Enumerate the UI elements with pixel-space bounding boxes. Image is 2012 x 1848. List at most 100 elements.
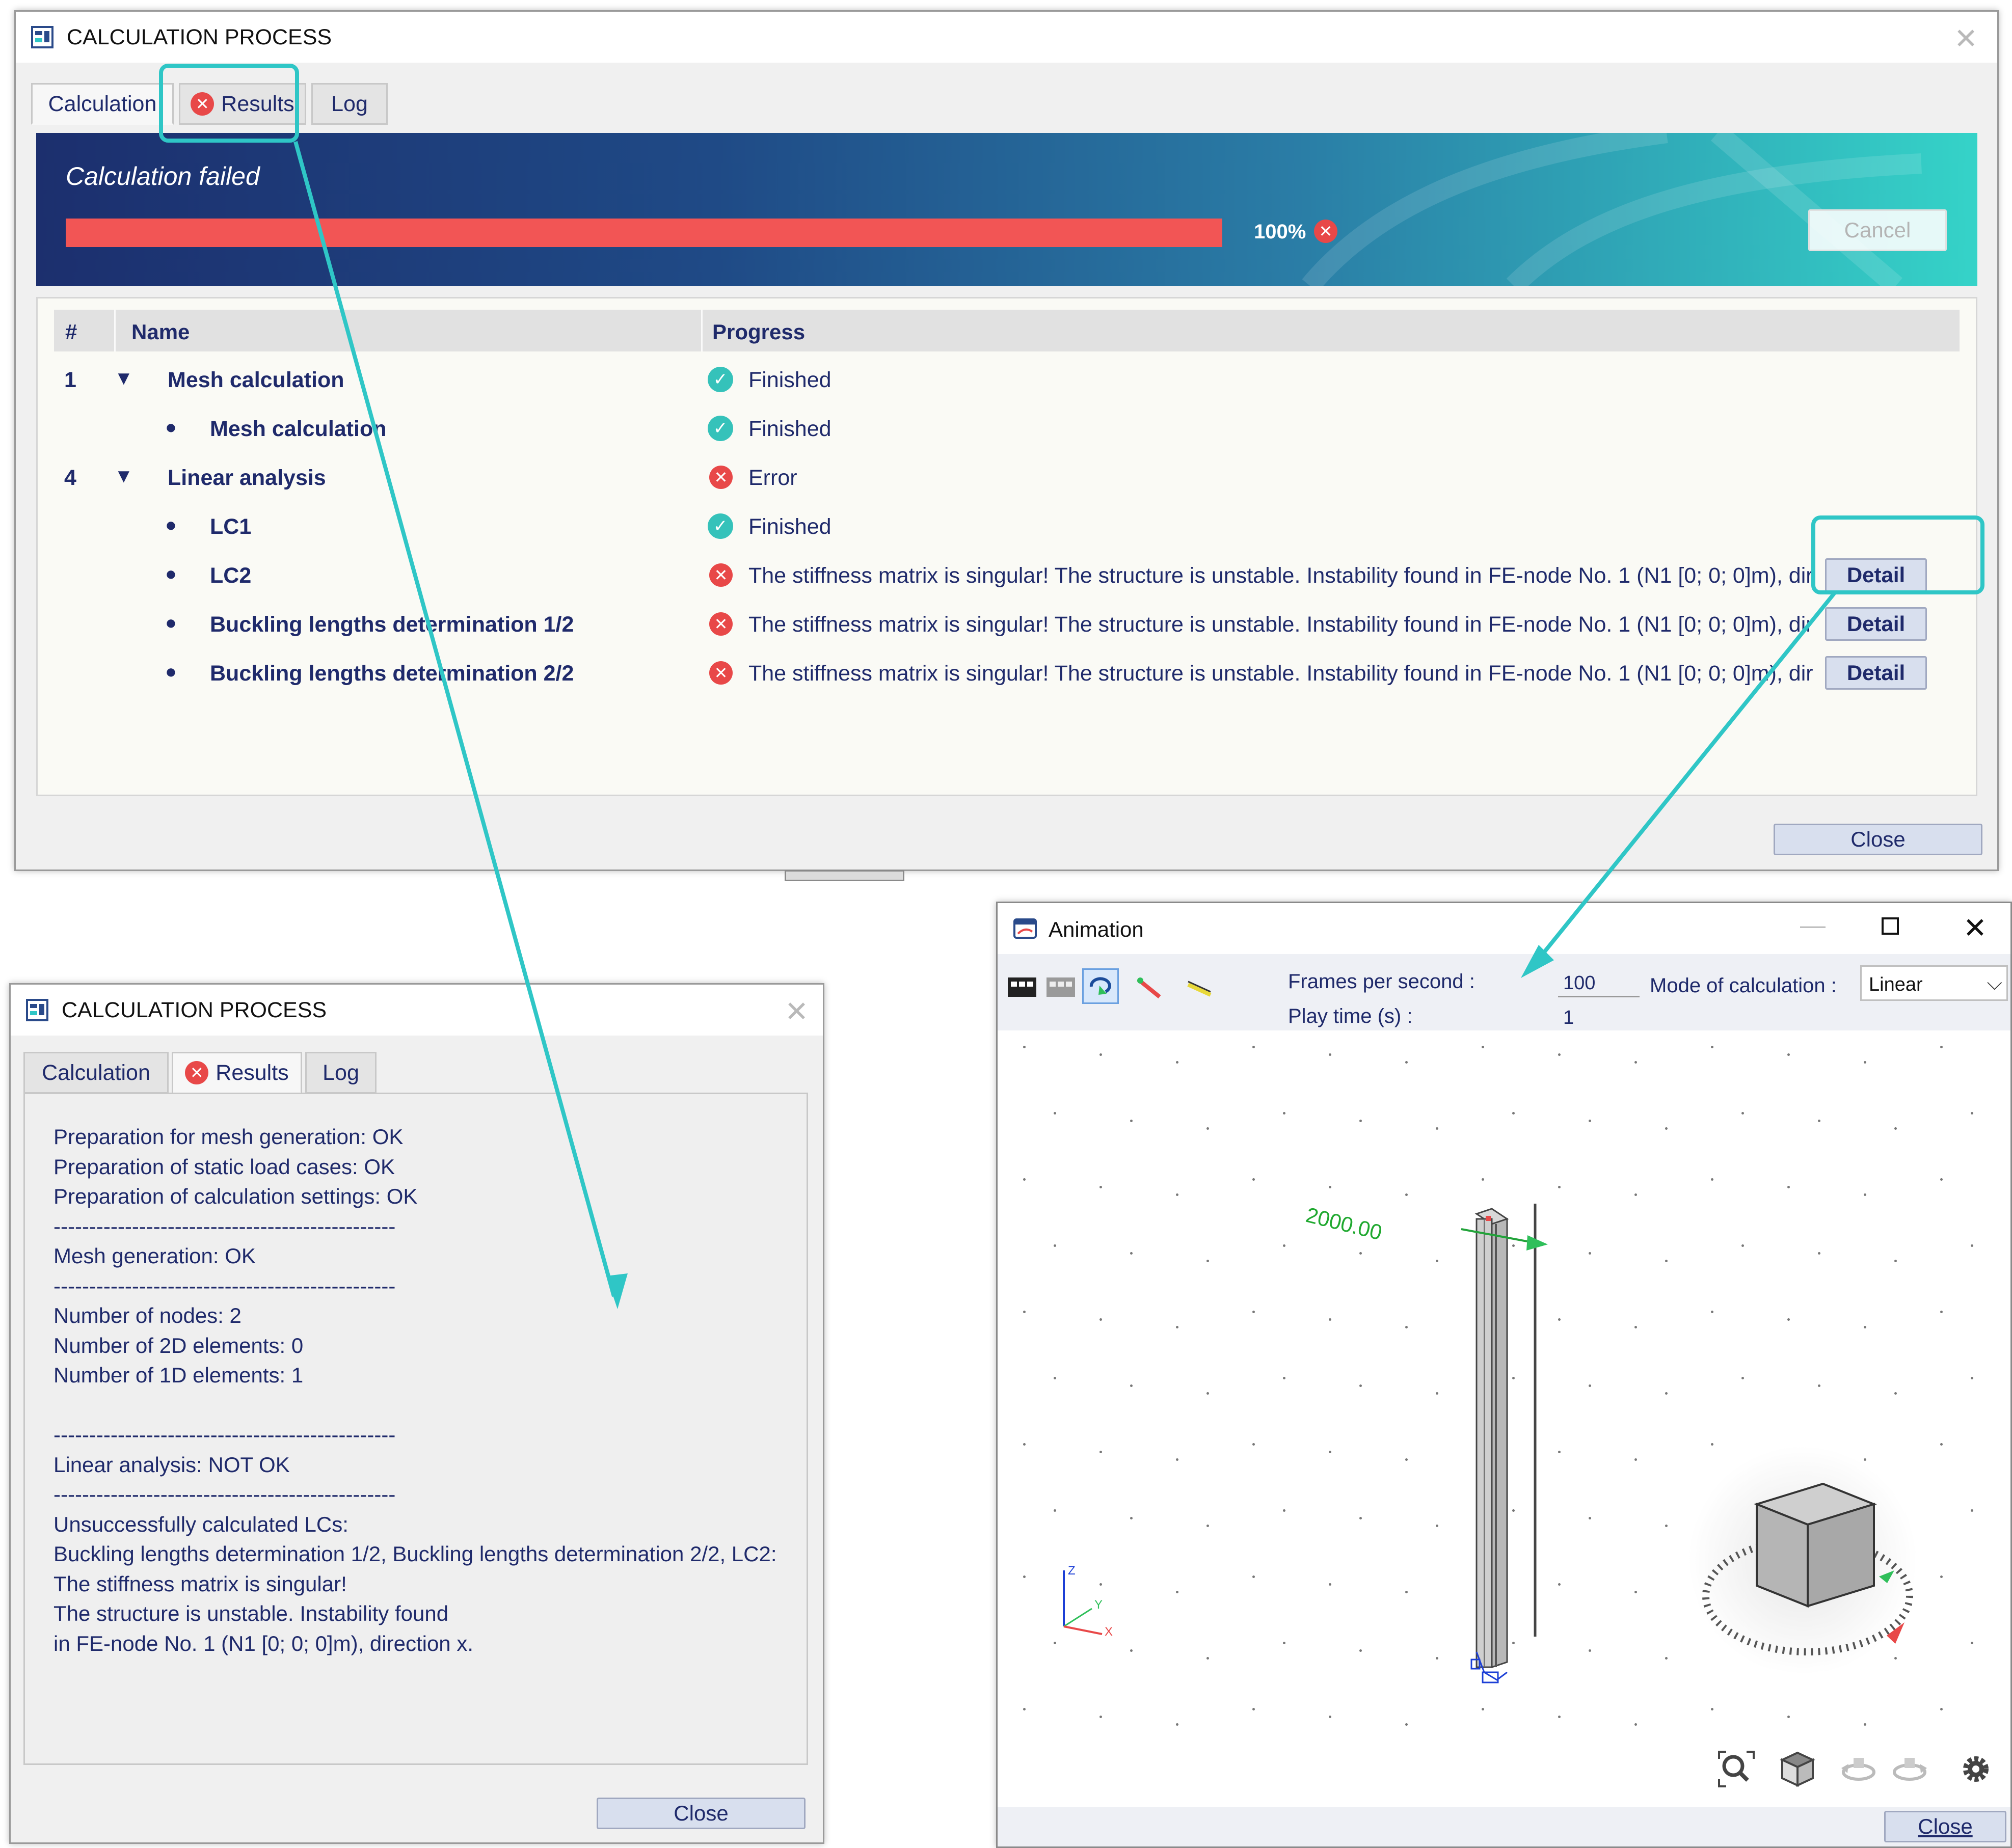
progress-bar-fill bbox=[66, 219, 1222, 247]
grid-dot bbox=[1940, 1178, 1943, 1181]
playtime-input[interactable]: 1 bbox=[1558, 1001, 1640, 1032]
grid-dot bbox=[1634, 1458, 1637, 1461]
detail-button[interactable]: Detail bbox=[1825, 656, 1927, 690]
close-icon[interactable]: ✕ bbox=[785, 995, 809, 1028]
maximize-icon[interactable] bbox=[1882, 917, 1899, 935]
table-row[interactable]: ● Buckling lengths determination 1/2 ✕ T… bbox=[38, 600, 1976, 649]
close-button[interactable]: Close bbox=[1884, 1811, 2006, 1842]
grid-dot bbox=[1405, 1591, 1408, 1593]
detail-button[interactable]: Detail bbox=[1825, 607, 1927, 641]
gear-icon[interactable] bbox=[1955, 1749, 1996, 1789]
log-line: ----------------------------------------… bbox=[53, 1482, 396, 1506]
expand-arrow-icon[interactable]: ▼ bbox=[114, 466, 133, 487]
row-status: Finished bbox=[748, 514, 831, 539]
log-line: Number of 1D elements: 1 bbox=[53, 1363, 304, 1387]
animation-viewport[interactable]: 2000.00 Z Y X bbox=[998, 1030, 2010, 1810]
row-name: LC1 bbox=[210, 514, 252, 539]
log-line: The stiffness matrix is singular! bbox=[53, 1571, 347, 1596]
grid-dot bbox=[1023, 1311, 1026, 1313]
cancel-button[interactable]: Cancel bbox=[1808, 209, 1947, 251]
table-row[interactable]: ● LC1 ✓ Finished bbox=[38, 502, 1976, 551]
grid-dot bbox=[1741, 1377, 1744, 1379]
task-table: # Name Progress 1 ▼ Mesh calculation ✓ F… bbox=[36, 297, 1977, 796]
rotate-left-icon[interactable] bbox=[1838, 1749, 1879, 1789]
grid-dot bbox=[1665, 1525, 1668, 1527]
grid-dot bbox=[1405, 1458, 1408, 1461]
grid-dot bbox=[1176, 1591, 1178, 1593]
error-icon: ✕ bbox=[709, 466, 733, 489]
stop-film-icon[interactable] bbox=[1045, 974, 1076, 1000]
tab-log[interactable]: Log bbox=[311, 83, 388, 125]
grid-dot bbox=[1634, 1723, 1637, 1726]
progress-bar bbox=[66, 219, 1222, 247]
cube-view-icon[interactable] bbox=[1777, 1749, 1818, 1789]
grid-dot bbox=[1252, 1708, 1255, 1710]
grid-dot bbox=[1329, 1186, 1331, 1188]
table-row[interactable]: ● Mesh calculation ✓ Finished bbox=[38, 404, 1976, 453]
dialog-titlebar: CALCULATION PROCESS ✕ bbox=[11, 985, 823, 1036]
grid-dot bbox=[1283, 1244, 1285, 1247]
tab-log[interactable]: Log bbox=[305, 1052, 377, 1094]
grid-dot bbox=[1634, 1193, 1637, 1196]
grid-dot bbox=[1329, 1716, 1331, 1718]
zoom-icon[interactable] bbox=[1716, 1749, 1757, 1789]
bullet-icon: ● bbox=[165, 612, 177, 634]
table-row[interactable]: ● Buckling lengths determination 2/2 ✕ T… bbox=[38, 649, 1976, 698]
grid-dot bbox=[1329, 1053, 1331, 1056]
mode-select[interactable]: Linear ⌵ bbox=[1860, 965, 2008, 1001]
animation-title: Animation bbox=[1049, 917, 1144, 941]
fps-input[interactable]: 100 bbox=[1558, 965, 1640, 997]
grid-dot bbox=[1971, 1112, 1973, 1115]
grid-dot bbox=[1482, 1046, 1484, 1048]
grid-dot bbox=[1589, 1384, 1591, 1387]
deform-red-icon[interactable] bbox=[1134, 975, 1165, 1001]
grid-dot bbox=[1176, 1326, 1178, 1328]
deform-yellow-icon[interactable] bbox=[1184, 975, 1215, 1001]
view-cube[interactable] bbox=[1685, 1443, 1920, 1677]
axis-z-label: Z bbox=[1068, 1564, 1076, 1578]
check-icon: ✓ bbox=[708, 367, 733, 392]
grid-dot bbox=[1482, 1708, 1484, 1710]
grid-dot bbox=[1329, 1451, 1331, 1453]
table-row[interactable]: ● LC2 ✕ The stiffness matrix is singular… bbox=[38, 551, 1976, 600]
row-name: Linear analysis bbox=[168, 466, 326, 490]
dialog-titlebar: CALCULATION PROCESS ✕ bbox=[16, 12, 1997, 63]
grid-dot bbox=[1206, 1260, 1209, 1262]
close-button[interactable]: Close bbox=[1774, 824, 1982, 855]
detail-button-highlight bbox=[1811, 515, 1984, 594]
grid-dot bbox=[1130, 1517, 1133, 1519]
grid-dot bbox=[1405, 1326, 1408, 1328]
tab-calculation[interactable]: Calculation bbox=[31, 83, 174, 125]
table-row[interactable]: 1 ▼ Mesh calculation ✓ Finished bbox=[38, 356, 1976, 404]
expand-arrow-icon[interactable]: ▼ bbox=[114, 368, 133, 390]
grid-dot bbox=[1023, 1046, 1026, 1048]
rotate-right-icon[interactable] bbox=[1889, 1749, 1930, 1789]
grid-dot bbox=[1023, 1708, 1026, 1710]
grid-dot bbox=[1176, 1458, 1178, 1461]
row-status: The stiffness matrix is singular! The st… bbox=[748, 612, 1813, 637]
minimize-icon[interactable]: — bbox=[1800, 910, 1826, 940]
log-line: ----------------------------------------… bbox=[53, 1273, 396, 1298]
log-line: in FE-node No. 1 (N1 [0; 0; 0]m), direct… bbox=[53, 1631, 474, 1655]
close-icon[interactable]: ✕ bbox=[1963, 911, 1987, 945]
tab-calculation[interactable]: Calculation bbox=[23, 1052, 169, 1094]
header-progress: Progress bbox=[712, 320, 806, 344]
grid-dot bbox=[1971, 1509, 1973, 1512]
grid-dot bbox=[1512, 1112, 1515, 1115]
grid-dot bbox=[1864, 1061, 1866, 1064]
close-icon[interactable]: ✕ bbox=[1954, 22, 1978, 56]
results-log-panel: Preparation for mesh generation: OK Prepa… bbox=[23, 1093, 808, 1765]
play-film-icon[interactable] bbox=[1007, 974, 1037, 1000]
log-line: Linear analysis: NOT OK bbox=[53, 1452, 290, 1477]
animation-icon bbox=[1013, 918, 1037, 939]
close-button[interactable]: Close bbox=[597, 1798, 806, 1829]
grid-dot bbox=[1711, 1046, 1713, 1048]
tab-results[interactable]: ✕ Results bbox=[172, 1052, 302, 1094]
axis-x-label: X bbox=[1105, 1625, 1113, 1637]
loop-toggle[interactable] bbox=[1082, 968, 1119, 1004]
grid-dot bbox=[1711, 1178, 1713, 1181]
grid-dot bbox=[1436, 1127, 1438, 1130]
grid-dot bbox=[1176, 1723, 1178, 1726]
table-row[interactable]: 4 ▼ Linear analysis ✕ Error bbox=[38, 453, 1976, 502]
axis-y-label: Y bbox=[1094, 1598, 1103, 1612]
